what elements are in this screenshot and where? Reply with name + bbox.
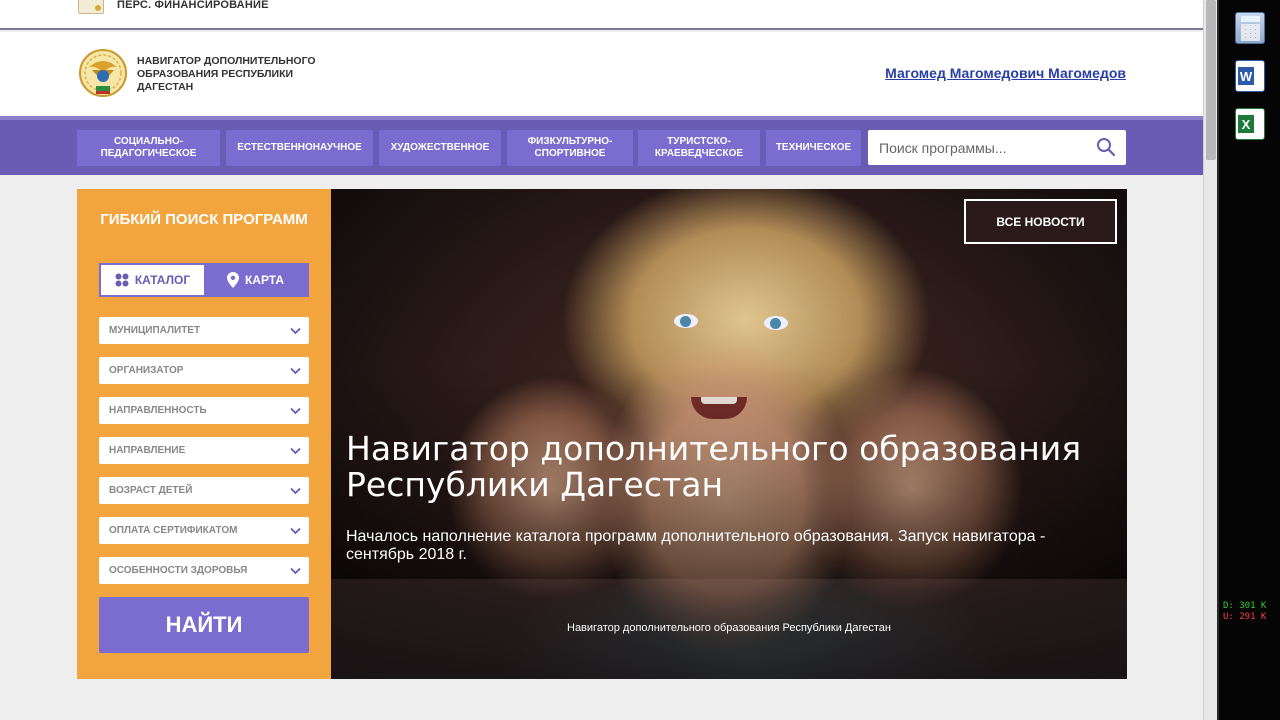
calculator-icon[interactable] (1235, 12, 1265, 44)
nav-tourism-local-history[interactable]: ТУРИСТСКО-КРАЕВЕДЧЕСКОЕ (638, 130, 760, 166)
chevron-down-icon (290, 407, 301, 415)
nav-physical-sports[interactable]: ФИЗКУЛЬТУРНО-СПОРТИВНОЕ (507, 130, 633, 166)
nav-social-pedagogical[interactable]: СОЦИАЛЬНО-ПЕДАГОГИЧЕСКОЕ (77, 130, 220, 166)
catalog-tab[interactable]: КАТАЛОГ (101, 265, 204, 295)
nav-artistic[interactable]: ХУДОЖЕСТВЕННОЕ (379, 130, 501, 166)
site-header: НАВИГАТОР ДОПОЛНИТЕЛЬНОГО ОБРАЗОВАНИЯ РЕ… (0, 32, 1203, 116)
certificate-icon[interactable] (78, 0, 104, 14)
calculator-screen (1241, 16, 1260, 22)
chevron-down-icon (290, 567, 301, 575)
filter-focus[interactable]: НАПРАВЛЕННОСТЬ (99, 397, 309, 424)
excel-icon[interactable]: X (1235, 108, 1265, 140)
hero-overlay (331, 189, 1127, 579)
map-pin-icon (226, 272, 239, 288)
browser-viewport: ПЕРС. ФИНАНСИРОВАНИЕ НАВИГАТОР ДОПОЛНИТЕ… (0, 0, 1203, 720)
chevron-down-icon (290, 487, 301, 495)
site-title-line: НАВИГАТОР ДОПОЛНИТЕЛЬНОГО (137, 55, 316, 67)
filter-label: ОСОБЕННОСТИ ЗДОРОВЬЯ (109, 565, 248, 576)
flexible-search-panel: ГИБКИЙ ПОИСК ПРОГРАММ КАТАЛОГ КАРТА МУНИ… (77, 189, 331, 679)
map-tab[interactable]: КАРТА (204, 265, 307, 295)
filter-label: ВОЗРАСТ ДЕТЕЙ (109, 485, 193, 496)
word-glyph: W (1238, 67, 1254, 85)
chevron-down-icon (290, 447, 301, 455)
dagestan-emblem-logo[interactable] (78, 46, 128, 100)
filter-health-features[interactable]: ОСОБЕННОСТИ ЗДОРОВЬЯ (99, 557, 309, 584)
program-search-input[interactable] (868, 130, 1088, 165)
filter-label: ОРГАНИЗАТОР (109, 365, 184, 376)
category-nav: СОЦИАЛЬНО-ПЕДАГОГИЧЕСКОЕ ЕСТЕСТВЕННОНАУЧ… (0, 116, 1203, 175)
view-toggle: КАТАЛОГ КАРТА (99, 263, 309, 297)
scrollbar-thumb[interactable] (1206, 0, 1216, 160)
filter-child-age[interactable]: ВОЗРАСТ ДЕТЕЙ (99, 477, 309, 504)
user-profile-link[interactable]: Магомед Магомедович Магомедов (885, 65, 1126, 81)
word-icon[interactable]: W (1235, 60, 1265, 92)
filter-organizer[interactable]: ОРГАНИЗАТОР (99, 357, 309, 384)
filter-label: НАПРАВЛЕНИЕ (109, 445, 186, 456)
network-download-rate: D: 301 K (1223, 601, 1267, 611)
search-icon[interactable] (1096, 137, 1116, 157)
vertical-scrollbar[interactable] (1203, 0, 1217, 720)
calculator-keys (1241, 24, 1260, 41)
top-strip: ПЕРС. ФИНАНСИРОВАНИЕ (0, 0, 1203, 30)
filter-municipality[interactable]: МУНИЦИПАЛИТЕТ (99, 317, 309, 344)
hero-title: Навигатор дополнительного образования Ре… (346, 429, 1082, 504)
slide-caption: Навигатор дополнительного образования Ре… (567, 622, 891, 634)
chevron-down-icon (290, 327, 301, 335)
site-title-line: ОБРАЗОВАНИЯ РЕСПУБЛИКИ (137, 68, 294, 80)
site-title[interactable]: НАВИГАТОР ДОПОЛНИТЕЛЬНОГО ОБРАЗОВАНИЯ РЕ… (137, 55, 357, 94)
filter-label: ОПЛАТА СЕРТИФИКАТОМ (109, 525, 238, 536)
personal-financing-link[interactable]: ПЕРС. ФИНАНСИРОВАНИЕ (117, 0, 269, 11)
hero-subtitle: Началось наполнение каталога программ до… (346, 528, 1046, 563)
program-search (868, 130, 1126, 165)
site-title-line: ДАГЕСТАН (137, 81, 194, 93)
network-upload-rate: U: 291 K (1223, 612, 1267, 622)
all-news-button[interactable]: ВСЕ НОВОСТИ (964, 199, 1117, 244)
map-tab-label: КАРТА (244, 273, 285, 287)
find-button[interactable]: НАЙТИ (99, 597, 309, 653)
filter-label: НАПРАВЛЕННОСТЬ (109, 405, 207, 416)
excel-glyph: X (1238, 115, 1254, 133)
panel-title: ГИБКИЙ ПОИСК ПРОГРАММ (100, 211, 308, 228)
nav-natural-science[interactable]: ЕСТЕСТВЕННОНАУЧНОЕ (226, 130, 373, 166)
news-slider[interactable]: ВСЕ НОВОСТИ Навигатор дополнительного об… (331, 189, 1127, 679)
chevron-down-icon (290, 527, 301, 535)
filter-certificate-payment[interactable]: ОПЛАТА СЕРТИФИКАТОМ (99, 517, 309, 544)
grid-dots-icon (115, 273, 129, 287)
catalog-tab-label: КАТАЛОГ (134, 273, 191, 287)
filter-direction[interactable]: НАПРАВЛЕНИЕ (99, 437, 309, 464)
filter-label: МУНИЦИПАЛИТЕТ (109, 325, 201, 336)
nav-technical[interactable]: ТЕХНИЧЕСКОЕ (766, 130, 861, 166)
chevron-down-icon (290, 367, 301, 375)
